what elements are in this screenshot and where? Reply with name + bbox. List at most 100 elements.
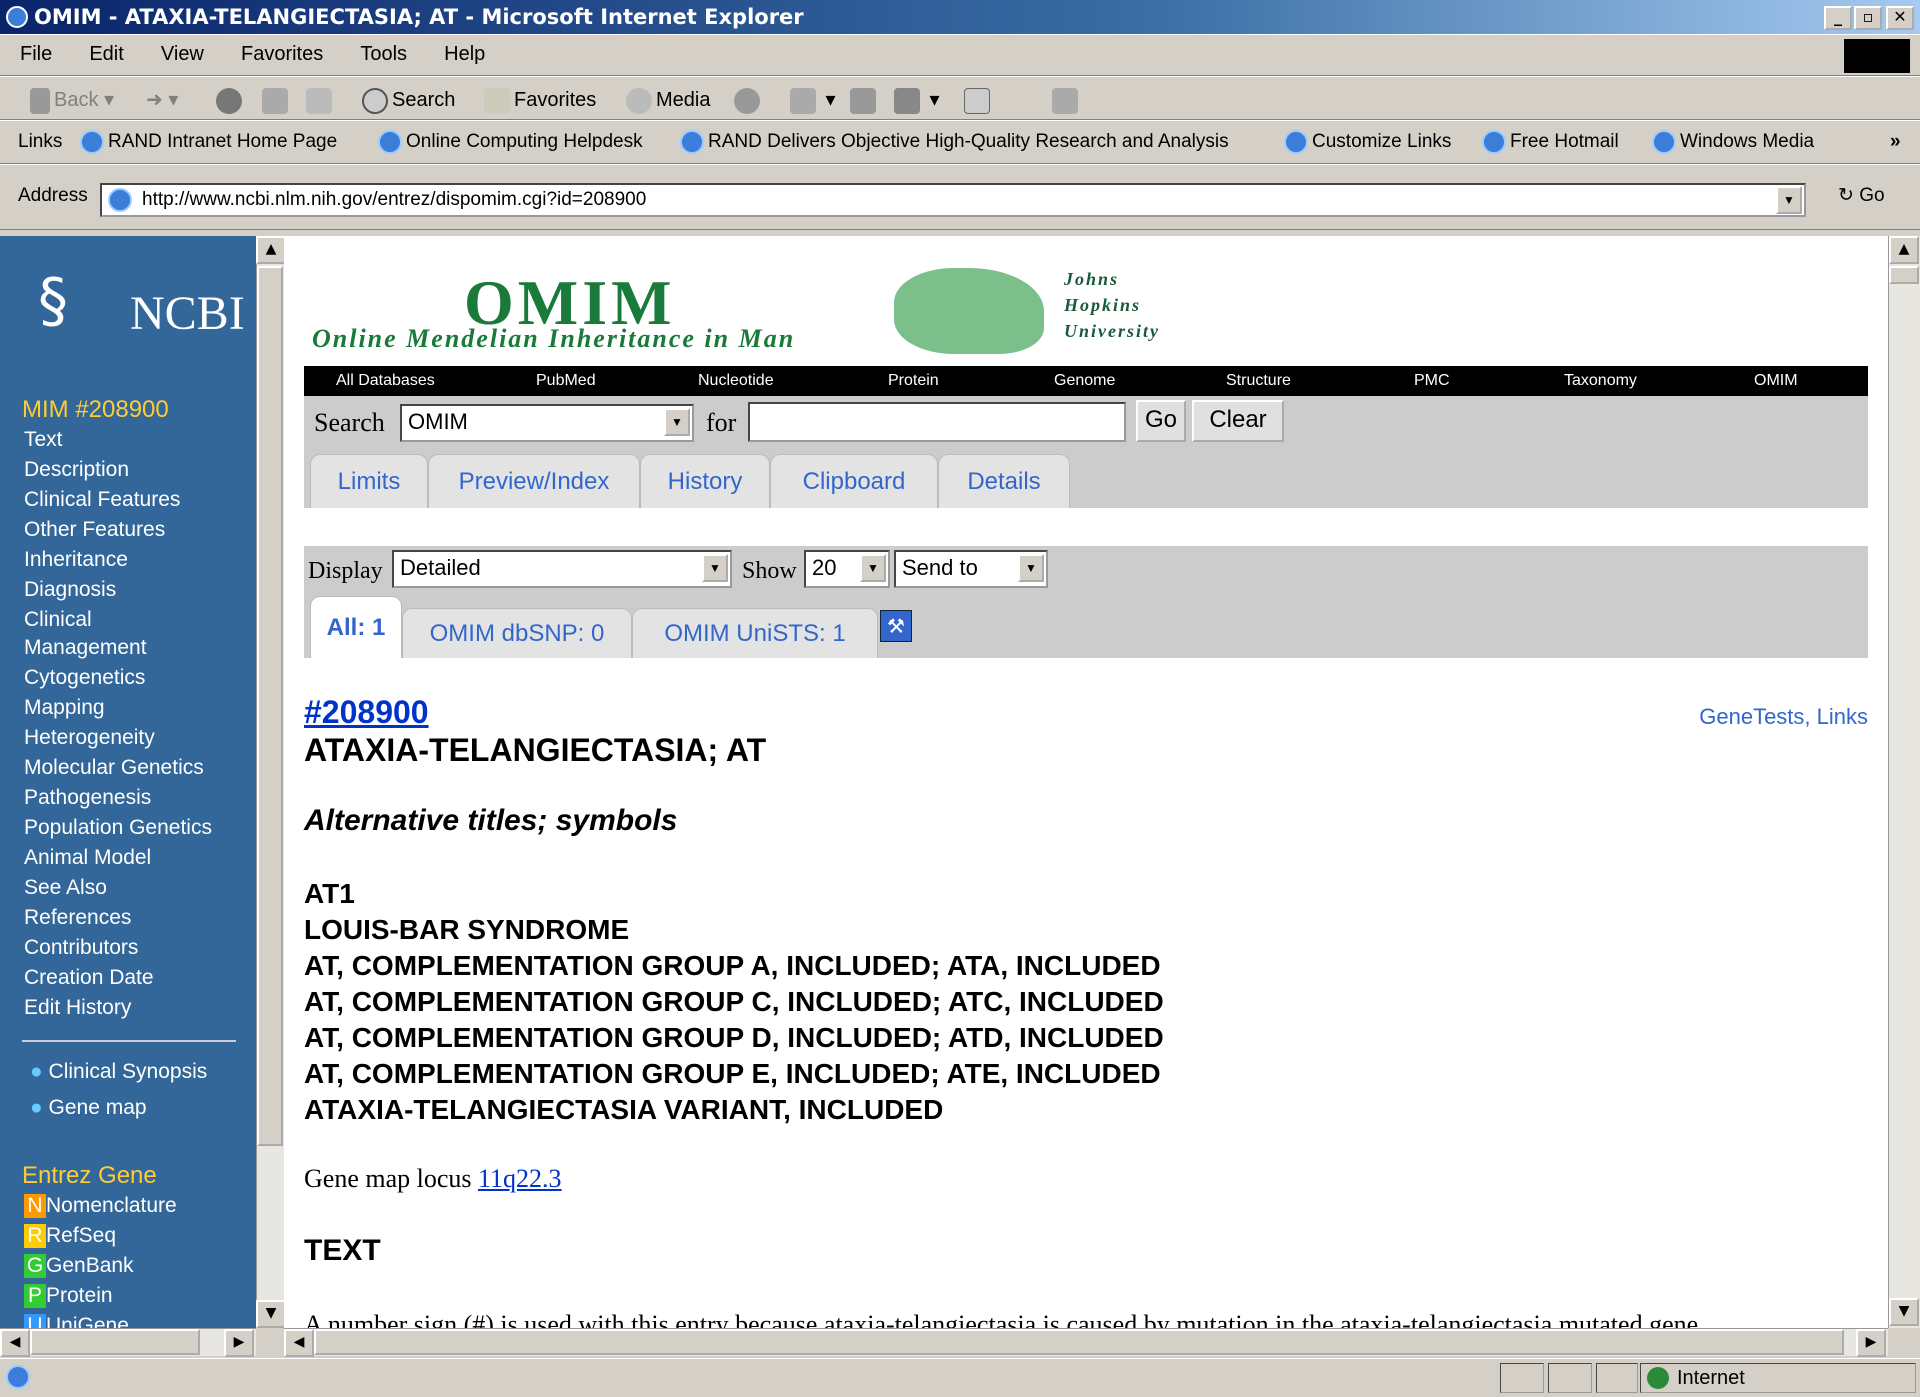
tools-icon[interactable]: ⚒ [880,610,912,642]
tab-clipboard[interactable]: Clipboard [770,454,938,508]
entrez-link-protein[interactable]: P Protein [24,1284,113,1308]
nav-pubmed[interactable]: PubMed [536,366,596,396]
nav-nucleotide[interactable]: Nucleotide [698,366,774,396]
sidebar-link-references[interactable]: References [24,906,131,930]
main-scroll-thumb[interactable] [1889,266,1919,284]
sidebar-link-diagnosis[interactable]: Diagnosis [24,578,116,602]
sidebar-link-population-genetics[interactable]: Population Genetics [24,816,212,840]
sidebar-link-creation-date[interactable]: Creation Date [24,966,154,990]
main-hscroll-thumb[interactable] [314,1329,1844,1355]
scroll-up-icon[interactable]: ▲ [1889,236,1919,264]
send-to-select[interactable]: Send to ▼ [894,550,1048,588]
sidebar-link-mapping[interactable]: Mapping [24,696,105,720]
menu-help[interactable]: Help [444,35,485,73]
search-input[interactable] [748,402,1126,442]
sidebar-link-other-features[interactable]: Other Features [24,518,165,542]
menu-favorites[interactable]: Favorites [241,35,323,73]
scroll-down-icon[interactable]: ▼ [256,1300,286,1328]
clear-button[interactable]: Clear [1192,400,1284,442]
nav-genome[interactable]: Genome [1054,366,1115,396]
display-select[interactable]: Detailed ▼ [392,550,732,588]
refresh-icon[interactable] [262,85,292,115]
favorites-button[interactable]: Favorites [484,85,596,115]
sidebar-link-gene-map[interactable]: ● Gene map [30,1096,147,1120]
sidebar-link-clinical-synopsis[interactable]: ● Clinical Synopsis [30,1060,207,1084]
home-icon[interactable] [306,85,336,115]
media-button[interactable]: Media [626,85,710,115]
word-edit-icon[interactable]: ▾ [894,85,940,115]
link-free-hotmail[interactable]: Free Hotmail [1482,127,1619,157]
sidebar-scrollbar[interactable]: ▲ ▼ [256,236,286,1328]
chevron-down-icon[interactable]: ▼ [1776,186,1802,214]
messenger-icon[interactable] [1052,85,1082,115]
sidebar-link-inheritance[interactable]: Inheritance [24,548,128,572]
show-select[interactable]: 20 ▼ [804,550,890,588]
entrez-link-refseq[interactable]: R RefSeq [24,1224,116,1248]
discuss-icon[interactable] [964,85,994,115]
link-rand-delivers[interactable]: RAND Delivers Objective High-Quality Res… [680,127,1229,157]
nav-all-databases[interactable]: All Databases [336,366,435,396]
tab-details[interactable]: Details [938,454,1070,508]
scroll-left-icon[interactable]: ◀ [284,1329,314,1357]
minimize-button[interactable]: _ [1824,6,1852,30]
menu-edit[interactable]: Edit [89,35,123,73]
sidebar-link-pathogenesis[interactable]: Pathogenesis [24,786,151,810]
main-scrollbar[interactable]: ▲ ▼ [1888,236,1920,1328]
go-button[interactable]: ↻ Go [1838,181,1885,211]
scroll-down-icon[interactable]: ▼ [1889,1298,1919,1326]
forward-button[interactable]: ➜ ▾ [146,85,178,115]
tab-history[interactable]: History [640,454,770,508]
sidebar-link-see-also[interactable]: See Also [24,876,107,900]
go-search-button[interactable]: Go [1136,400,1186,442]
scroll-up-icon[interactable]: ▲ [256,236,286,264]
sidebar-scroll-thumb[interactable] [257,266,283,1146]
genetests-links[interactable]: GeneTests, Links [1699,704,1868,730]
nav-taxonomy[interactable]: Taxonomy [1564,366,1637,396]
sidebar-link-molecular-genetics[interactable]: Molecular Genetics [24,756,204,780]
sidebar-link-text[interactable]: Text [24,428,63,452]
sidebar-link-clinical-features[interactable]: Clinical Features [24,488,180,512]
sidebar-link-description[interactable]: Description [24,458,129,482]
main-hscrollbar[interactable]: ◀ ▶ [284,1328,1888,1357]
chevron-right-icon[interactable]: » [1890,127,1901,157]
nav-omim[interactable]: OMIM [1754,366,1798,396]
link-windows-media[interactable]: Windows Media [1652,127,1814,157]
sidebar-link-animal-model[interactable]: Animal Model [24,846,151,870]
address-input[interactable]: http://www.ncbi.nlm.nih.gov/entrez/dispo… [100,183,1806,217]
sidebar-hscroll-thumb[interactable] [30,1329,200,1355]
tab-limits[interactable]: Limits [310,454,428,508]
database-select[interactable]: OMIM ▼ [400,404,694,442]
tab-omim-dbsnp[interactable]: OMIM dbSNP: 0 [402,608,632,658]
menu-file[interactable]: File [20,35,52,73]
sidebar-link-contributors[interactable]: Contributors [24,936,138,960]
menu-tools[interactable]: Tools [360,35,407,73]
scroll-right-icon[interactable]: ▶ [224,1329,254,1357]
sidebar-link-management[interactable]: Management [24,636,147,660]
nav-protein[interactable]: Protein [888,366,939,396]
sidebar-link-heterogeneity[interactable]: Heterogeneity [24,726,155,750]
mail-icon[interactable]: ▾ [790,85,836,115]
scroll-right-icon[interactable]: ▶ [1856,1329,1886,1357]
close-button[interactable]: ✕ [1886,6,1914,30]
entry-id-link[interactable]: #208900 [304,694,429,731]
entrez-link-unigene[interactable]: U UniGene [24,1314,129,1328]
print-icon[interactable] [850,85,880,115]
search-button[interactable]: Search [362,85,455,115]
entrez-link-genbank[interactable]: G GenBank [24,1254,134,1278]
tab-all-results[interactable]: All: 1 [310,596,402,658]
link-customize-links[interactable]: Customize Links [1284,127,1451,157]
sidebar-link-edit-history[interactable]: Edit History [24,996,131,1020]
maximize-button[interactable]: ▫ [1854,6,1882,30]
back-button[interactable]: Back ▾ [30,85,114,115]
scroll-left-icon[interactable]: ◀ [0,1329,30,1357]
menu-view[interactable]: View [161,35,204,73]
tab-omim-unists[interactable]: OMIM UniSTS: 1 [632,608,878,658]
nav-structure[interactable]: Structure [1226,366,1291,396]
sidebar-hscrollbar[interactable]: ◀ ▶ [0,1328,256,1357]
link-rand-intranet[interactable]: RAND Intranet Home Page [80,127,337,157]
sidebar-link-clinical[interactable]: Clinical [24,608,92,632]
gene-map-locus-link[interactable]: 11q22.3 [478,1164,562,1193]
link-online-helpdesk[interactable]: Online Computing Helpdesk [378,127,643,157]
entrez-link-nomenclature[interactable]: N Nomenclature [24,1194,177,1218]
history-icon[interactable] [734,85,764,115]
